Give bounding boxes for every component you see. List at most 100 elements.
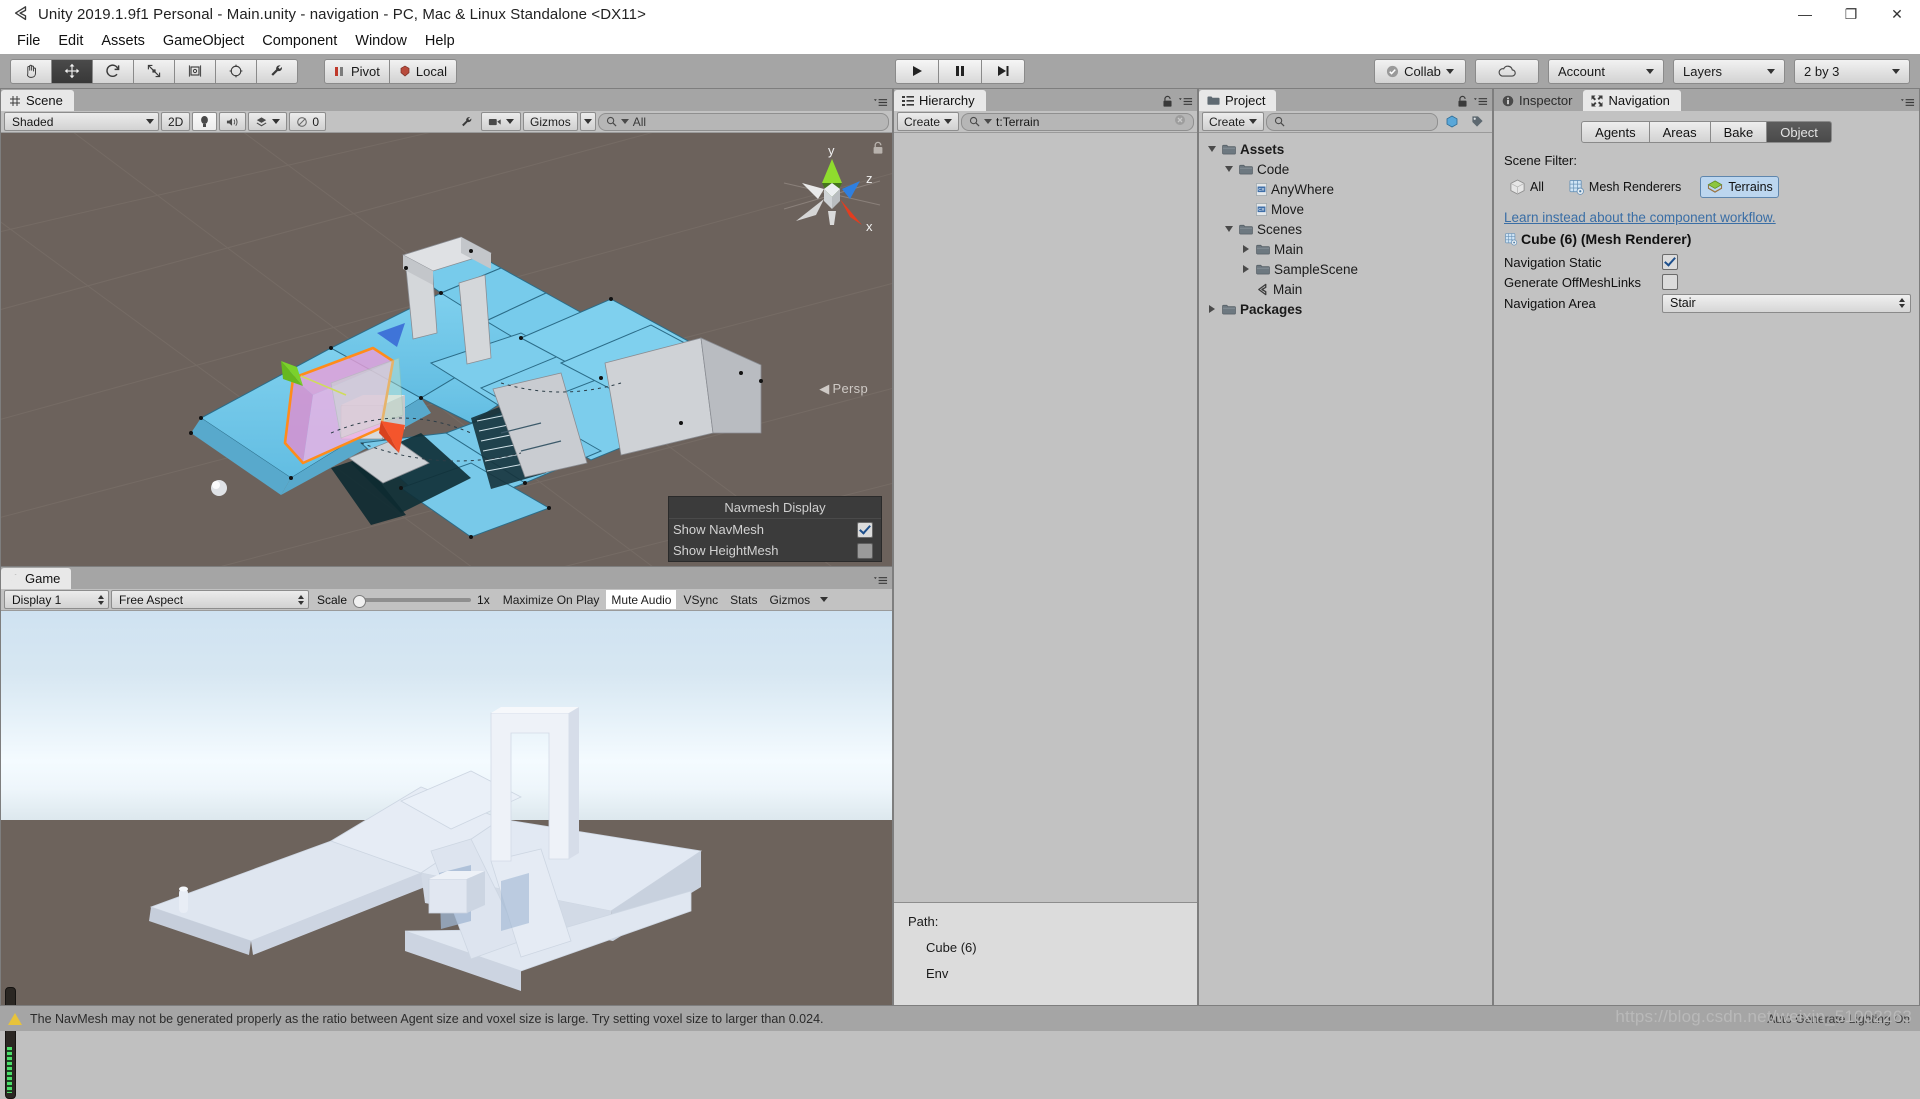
close-button[interactable]: ✕ [1874,0,1920,28]
cloud-button[interactable] [1475,58,1539,84]
menu-assets[interactable]: Assets [92,31,154,51]
scene-orientation-gizmo[interactable]: y z x [780,139,884,251]
vsync-button[interactable]: VSync [678,590,723,609]
scene-fx-dropdown[interactable] [248,112,288,131]
clear-search-icon[interactable] [1174,114,1186,129]
minimize-button[interactable]: — [1782,0,1828,28]
project-tree[interactable]: Assets Code C# AnyWhere C# Move Scenes Main Samp… [1199,133,1492,319]
mute-audio-button[interactable]: Mute Audio [606,590,677,609]
rotate-tool-button[interactable] [93,58,134,84]
layers-dropdown[interactable]: Layers [1673,58,1785,84]
project-create-button[interactable]: Create [1202,112,1265,131]
scene-viewport[interactable]: y z x ◀ Persp Navmesh Display Show NavMe… [1,133,892,568]
menu-edit[interactable]: Edit [49,31,92,51]
project-search-input[interactable] [1266,112,1438,131]
chevron-right-icon[interactable] [1205,303,1218,316]
account-dropdown[interactable]: Account [1548,58,1664,84]
menu-file[interactable]: File [8,31,49,51]
segment-agents[interactable]: Agents [1581,121,1650,143]
collab-dropdown[interactable]: Collab [1374,58,1466,84]
menu-window[interactable]: Window [346,31,416,51]
chevron-down-icon[interactable] [1222,223,1235,236]
component-workflow-link[interactable]: Learn instead about the component workfl… [1504,210,1911,225]
segment-bake[interactable]: Bake [1710,121,1768,143]
show-heightmesh-row[interactable]: Show HeightMesh [669,540,881,561]
filter-mesh-renderers[interactable]: Mesh Renderers [1563,177,1686,197]
show-navmesh-checkbox[interactable] [857,521,873,538]
menu-gameobject[interactable]: GameObject [154,31,253,51]
project-tree-item[interactable]: Main [1199,279,1492,299]
show-heightmesh-checkbox[interactable] [857,542,873,559]
tab-navigation[interactable]: Navigation [1583,90,1681,111]
toggle-2d-button[interactable]: 2D [161,112,191,131]
pause-button[interactable] [939,58,982,84]
maximize-on-play-button[interactable]: Maximize On Play [498,590,605,609]
rect-tool-button[interactable] [175,58,216,84]
scene-lighting-toggle[interactable] [192,112,218,131]
play-button[interactable] [895,58,939,84]
scale-tool-button[interactable] [134,58,175,84]
game-gizmos-button[interactable]: Gizmos [765,590,816,609]
generate-offmeshlinks-checkbox[interactable] [1662,274,1678,290]
chevron-down-icon[interactable] [1205,143,1218,156]
hand-tool-button[interactable] [10,58,52,84]
chevron-right-icon[interactable] [1239,263,1252,276]
filter-terrains[interactable]: Terrains [1700,176,1779,198]
space-dropdown[interactable]: Local [389,58,457,84]
tab-scene[interactable]: Scene [1,90,74,111]
tab-hierarchy[interactable]: Hierarchy [894,90,986,111]
scene-search-input[interactable]: All [597,112,889,131]
scale-slider[interactable] [353,594,472,608]
project-tree-item[interactable]: Scenes [1199,219,1492,239]
chevron-down-icon[interactable] [1222,163,1235,176]
maximize-button[interactable]: ❐ [1828,0,1874,28]
hierarchy-tree[interactable] [894,133,1197,902]
scene-audio-toggle[interactable] [219,112,247,131]
tab-project[interactable]: Project [1199,90,1277,111]
move-tool-button[interactable] [52,58,93,84]
game-viewport[interactable] [1,611,892,1006]
scale-control[interactable]: Scale 1x [311,593,496,608]
project-tree-item[interactable]: C# AnyWhere [1199,179,1492,199]
stats-button[interactable]: Stats [725,590,762,609]
display-dropdown[interactable]: Display 1 [4,590,109,609]
scene-tab-menu[interactable] [873,97,888,108]
pivot-dropdown[interactable]: Pivot [324,58,390,84]
scene-projection-label[interactable]: ◀ Persp [819,381,868,397]
scene-gizmos-dropdown[interactable]: Gizmos [523,112,578,131]
hierarchy-create-button[interactable]: Create [897,112,960,131]
project-filter-type-button[interactable] [1440,112,1464,131]
game-tab-menu[interactable] [873,575,888,586]
status-bar[interactable]: The NavMesh may not be generated properl… [0,1005,1920,1031]
show-navmesh-row[interactable]: Show NavMesh [669,519,881,540]
step-button[interactable] [982,58,1025,84]
project-tab-controls[interactable] [1457,95,1488,108]
hierarchy-tab-controls[interactable] [1162,95,1193,108]
aspect-dropdown[interactable]: Free Aspect [111,590,309,609]
game-gizmos-caret[interactable] [817,590,831,609]
game-vertical-slider[interactable] [5,987,16,1099]
project-tree-item[interactable]: Main [1199,239,1492,259]
segment-areas[interactable]: Areas [1649,121,1711,143]
project-tree-item[interactable]: Assets [1199,139,1492,159]
scene-hidden-objects[interactable]: 0 [289,112,327,131]
menu-component[interactable]: Component [253,31,346,51]
navigation-area-select[interactable]: Stair [1662,293,1911,313]
custom-tool-button[interactable] [257,58,298,84]
scene-gizmos-caret[interactable] [579,112,596,131]
layout-dropdown[interactable]: 2 by 3 [1794,58,1910,84]
hierarchy-search-input[interactable]: t:Terrain [961,112,1194,131]
chevron-right-icon[interactable] [1239,243,1252,256]
project-tree-item[interactable]: Packages [1199,299,1492,319]
transform-tool-button[interactable] [216,58,257,84]
tab-game[interactable]: Game [1,568,72,589]
scene-camera-dropdown[interactable] [481,112,522,131]
tab-inspector[interactable]: Inspector [1494,90,1584,111]
project-tree-item[interactable]: Code [1199,159,1492,179]
segment-object[interactable]: Object [1767,121,1832,143]
inspector-tab-menu[interactable] [1900,97,1915,108]
scene-tools-button[interactable] [455,112,479,131]
shading-mode-dropdown[interactable]: Shaded [4,112,159,131]
project-tree-item[interactable]: SampleScene [1199,259,1492,279]
project-tree-item[interactable]: C# Move [1199,199,1492,219]
